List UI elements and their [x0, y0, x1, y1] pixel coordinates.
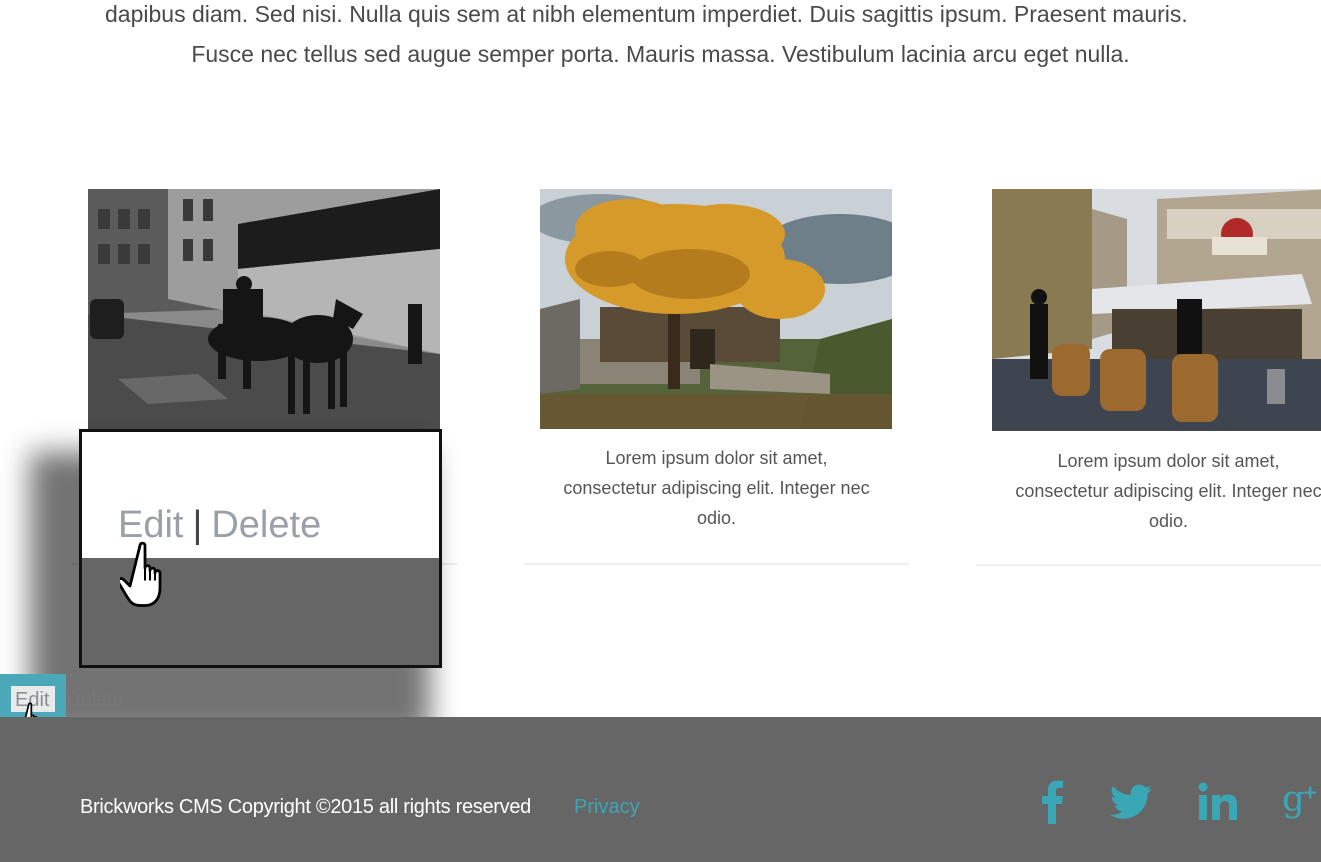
- card-1-image[interactable]: [88, 189, 440, 429]
- card-2-divider: [524, 563, 909, 565]
- card-3-caption: Lorem ipsum dolor sit amet, consectetur …: [976, 446, 1321, 536]
- street-carriage-photo: [88, 189, 440, 429]
- street-market-photo: [992, 189, 1321, 431]
- card-3-caption-line-1: Lorem ipsum dolor sit amet,: [1057, 451, 1280, 471]
- card-3-caption-line-3: odio.: [1148, 511, 1189, 531]
- facebook-icon[interactable]: [1036, 775, 1070, 829]
- card-2-caption-line-1: Lorem ipsum dolor sit amet,: [605, 448, 828, 468]
- popup-delete-link[interactable]: Delete: [211, 504, 321, 546]
- card-3-image[interactable]: [992, 189, 1321, 431]
- card-2-caption-line-3: odio.: [696, 508, 737, 528]
- zoomed-edit-delete-callout: Edit | Delete: [79, 429, 442, 668]
- popup-separator: |: [192, 504, 203, 546]
- card-2-caption: Lorem ipsum dolor sit amet, consectetur …: [524, 443, 909, 533]
- intro-line-1: dapibus diam. Sed nisi. Nulla quis sem a…: [105, 1, 1188, 27]
- svg-text:g: g: [1282, 778, 1305, 819]
- card-2-caption-line-2: consectetur adipiscing elit. Integer nec: [563, 478, 870, 498]
- popup-gray-band: [82, 558, 439, 665]
- intro-line-2: Fusce nec tellus sed augue semper porta.…: [191, 41, 1130, 67]
- popup-actions: Edit | Delete: [118, 504, 321, 547]
- delete-link[interactable]: Delete: [66, 689, 124, 712]
- svg-text:+: +: [1302, 783, 1318, 804]
- linkedin-icon[interactable]: [1194, 775, 1242, 829]
- card-2-image[interactable]: [540, 189, 892, 429]
- footer: Brickworks CMS Copyright ©2015 all right…: [0, 717, 1321, 862]
- twitter-icon[interactable]: [1108, 775, 1154, 829]
- privacy-link[interactable]: Privacy: [574, 796, 640, 819]
- card-3-divider: [976, 564, 1321, 566]
- edit-link[interactable]: Edit: [15, 689, 49, 712]
- intro-paragraph: dapibus diam. Sed nisi. Nulla quis sem a…: [0, 0, 1321, 74]
- autumn-tree-photo: [540, 189, 892, 429]
- google-plus-icon[interactable]: g +: [1282, 775, 1321, 829]
- copyright-text: Brickworks CMS Copyright ©2015 all right…: [80, 796, 532, 818]
- popup-edit-link[interactable]: Edit: [118, 504, 183, 546]
- card-3-caption-line-2: consectetur adipiscing elit. Integer nec: [1015, 481, 1321, 501]
